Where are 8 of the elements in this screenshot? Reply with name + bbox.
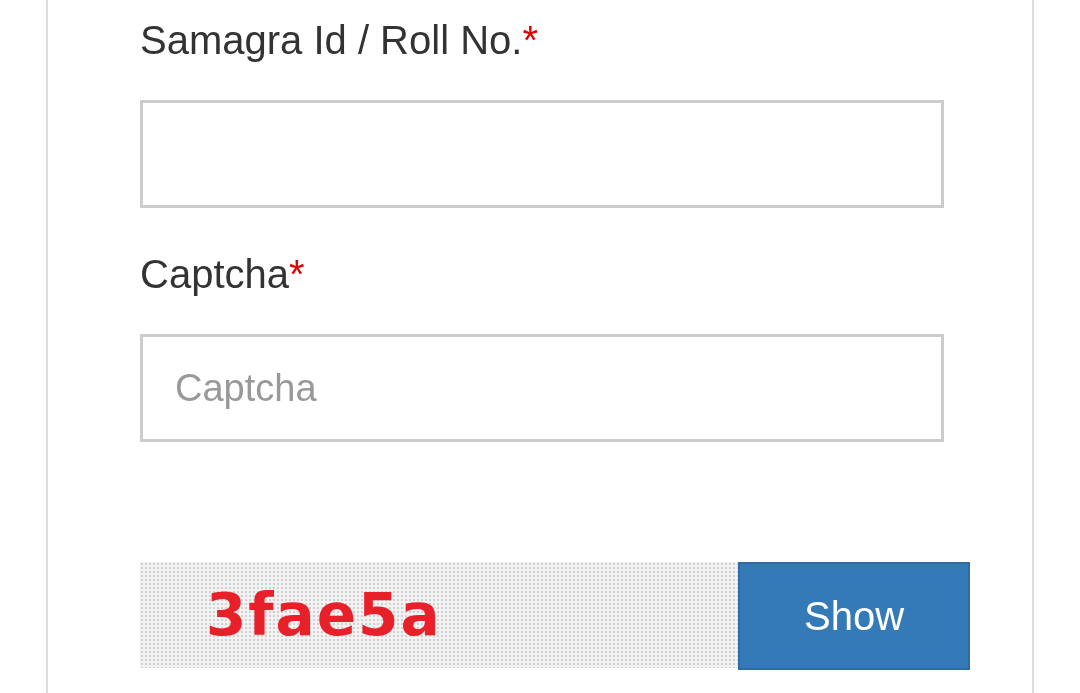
required-mark: * (289, 251, 305, 298)
field-label: Samagra Id / Roll No. (140, 17, 523, 64)
captcha-code: 3fae5a (206, 579, 442, 651)
field-label: Captcha (140, 251, 289, 298)
show-button[interactable]: Show (738, 562, 970, 670)
input-field[interactable] (140, 100, 944, 208)
input-field[interactable]: Captcha (140, 334, 944, 442)
required-mark: * (522, 17, 538, 64)
